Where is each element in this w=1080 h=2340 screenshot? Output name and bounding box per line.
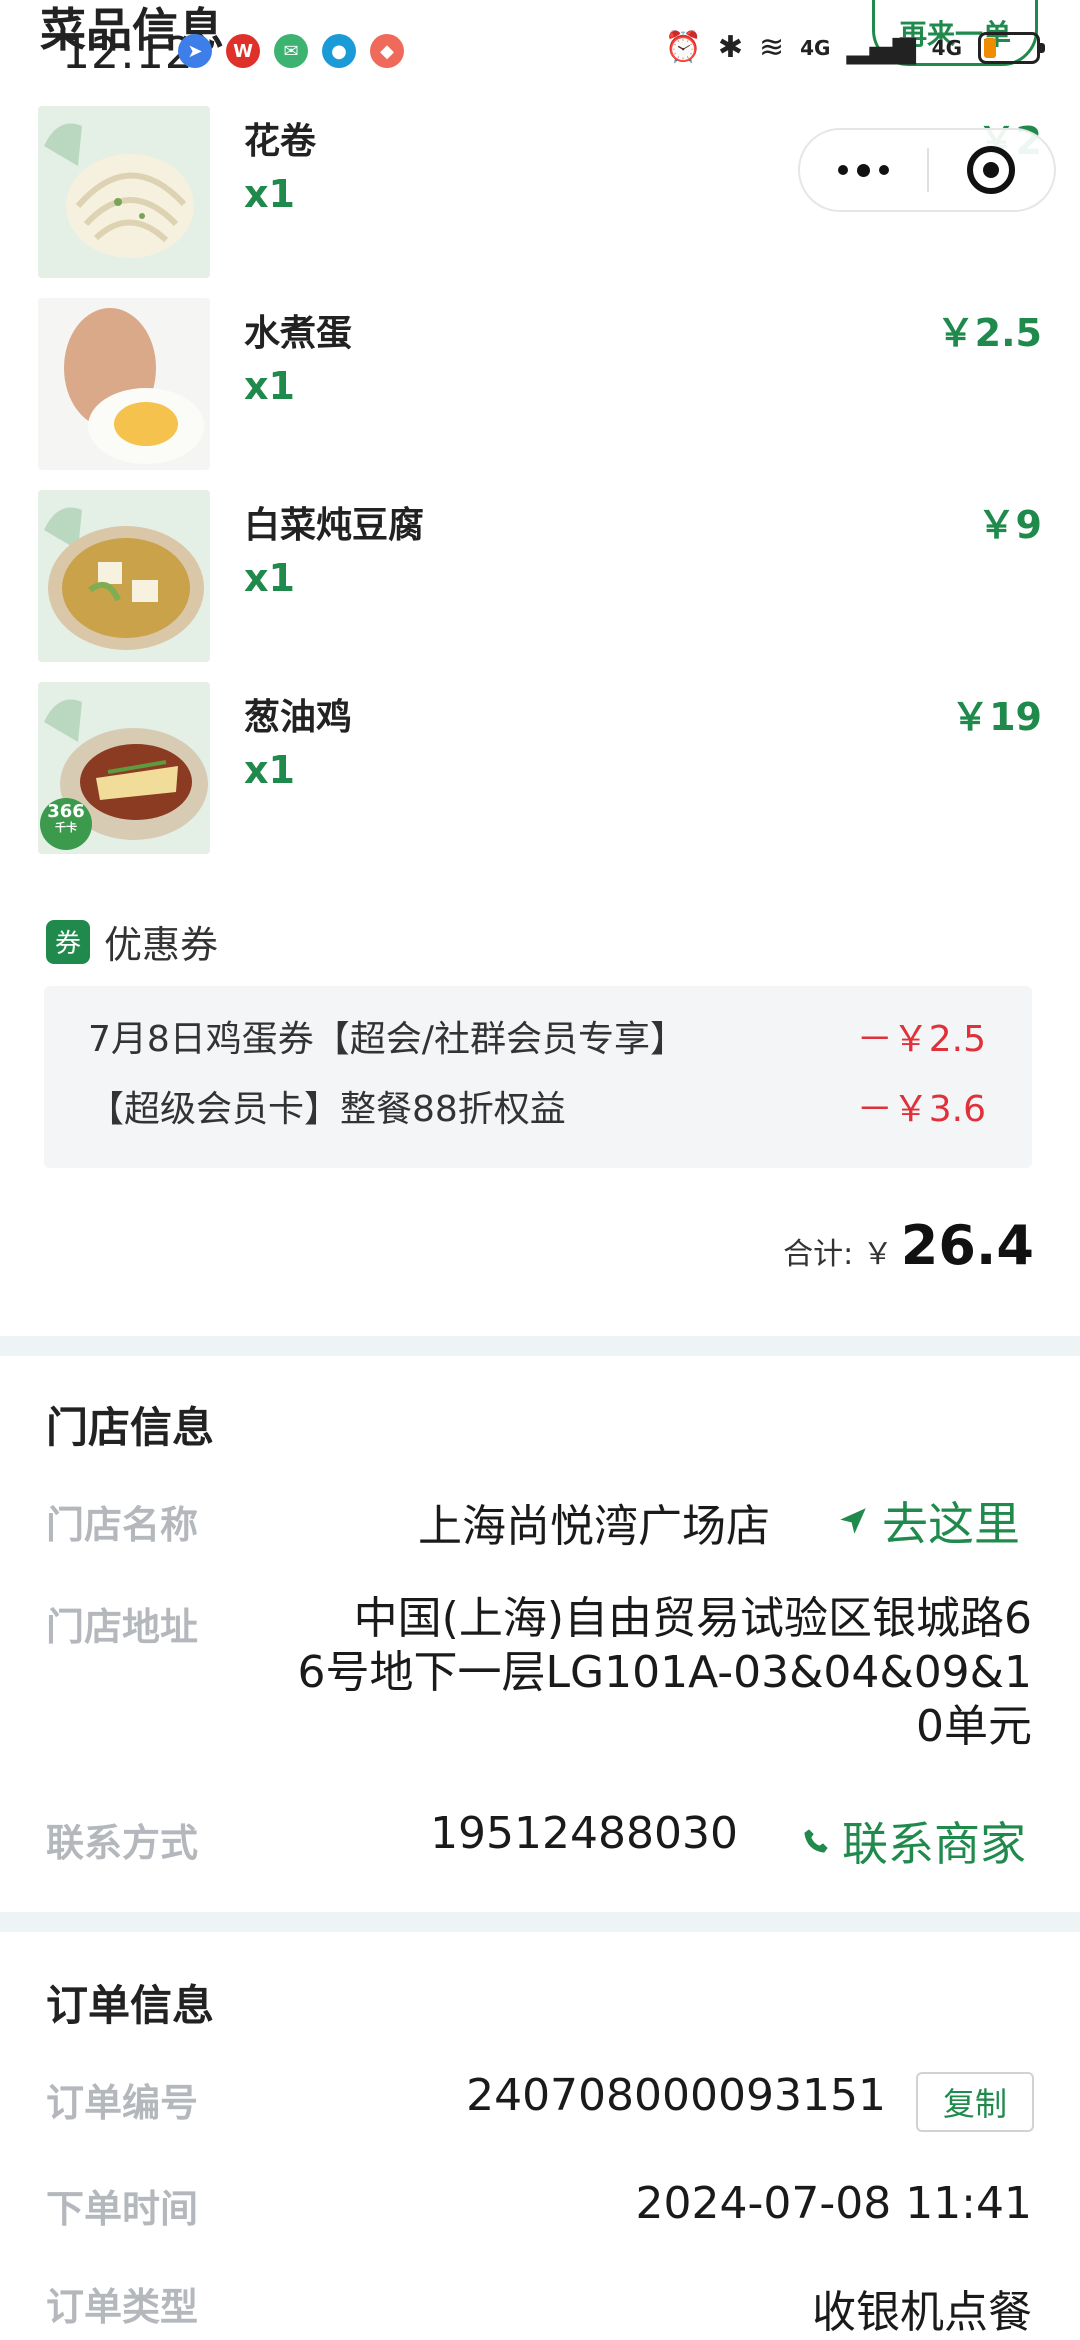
- order-type: 收银机点餐: [812, 2287, 1032, 2338]
- total-value: 26.4: [900, 1214, 1034, 1277]
- map-pin-app-icon: ●: [322, 34, 356, 68]
- coupon-item: 【超级会员卡】整餐88折权益 －￥3.6: [88, 1080, 986, 1132]
- more-options-icon[interactable]: [800, 130, 927, 210]
- contact-merchant-label: 联系商家: [842, 1817, 1026, 1871]
- navigation-arrow-icon: [840, 1508, 866, 1534]
- order-number-label: 订单编号: [46, 2081, 199, 2125]
- store-address: 中国(上海)自由贸易试验区银城路6 6号地下一层LG101A-03&04&09&…: [297, 1593, 1033, 1752]
- dish-name: 白菜炖豆腐: [244, 505, 425, 546]
- dish-image-huajuan: [38, 106, 210, 278]
- network-label-1: 4G: [800, 35, 831, 60]
- copy-button[interactable]: 复制: [916, 2072, 1034, 2132]
- close-miniprogram-icon[interactable]: [929, 130, 1054, 210]
- order-total: 合计: ￥ 26.4: [783, 1214, 1034, 1277]
- contact-label: 联系方式: [46, 1821, 199, 1865]
- dish-item: 366 千卡 葱油鸡 x1 ￥19: [38, 682, 1042, 854]
- dish-image-boiled-egg: [38, 298, 210, 470]
- section-divider: [0, 1912, 1080, 1932]
- store-phone: 19512488030: [430, 1808, 738, 1859]
- navigate-label: 去这里: [882, 1497, 1020, 1551]
- store-name: 上海尚悦湾广场店: [418, 1501, 770, 1552]
- coupon-header: 券 优惠券: [46, 914, 218, 969]
- order-time: 2024-07-08 11:41: [635, 2178, 1033, 2229]
- coupon-name: 7月8日鸡蛋券【超会/社群会员专享】: [88, 1019, 686, 1060]
- store-address-label: 门店地址: [46, 1605, 199, 1649]
- order-number: 240708000093151: [466, 2070, 886, 2121]
- bluetooth-icon: ✱: [717, 30, 743, 65]
- dish-price: ￥2.5: [936, 311, 1042, 355]
- dish-quantity: x1: [244, 748, 295, 792]
- dish-item: 水煮蛋 x1 ￥2.5: [38, 298, 1042, 470]
- dish-quantity: x1: [244, 364, 295, 408]
- dish-name: 水煮蛋: [244, 313, 353, 354]
- dish-image-cabbage-tofu: [38, 490, 210, 662]
- wechat-icon: ✉: [274, 34, 308, 68]
- order-section-title: 订单信息: [46, 1981, 215, 2030]
- coupon-badge-icon: 券: [46, 919, 90, 964]
- shopping-app-icon: ◆: [370, 34, 404, 68]
- dish-name: 花卷: [244, 121, 317, 162]
- notification-icons: ➤ W ✉ ● ◆: [178, 34, 404, 68]
- dish-price: ￥9: [977, 503, 1042, 547]
- contact-merchant-link[interactable]: 联系商家: [802, 1808, 1026, 1874]
- status-time: 12:12: [62, 28, 194, 79]
- store-name-label: 门店名称: [46, 1503, 199, 1547]
- dish-item: 白菜炖豆腐 x1 ￥9: [38, 490, 1042, 662]
- battery-icon: [978, 31, 1045, 64]
- coupon-item: 7月8日鸡蛋券【超会/社群会员专享】 －￥2.5: [88, 1010, 986, 1062]
- status-bar: 12:12 ➤ W ✉ ● ◆ ⏰ ✱ ≋ 4G ▂▄▆ 4G: [0, 0, 1080, 96]
- order-time-label: 下单时间: [46, 2187, 199, 2231]
- dish-image-scallion-chicken: 366 千卡: [38, 682, 210, 854]
- weibo-icon: W: [226, 34, 260, 68]
- dish-quantity: x1: [244, 172, 295, 216]
- section-divider: [0, 1336, 1080, 1356]
- coupon-list: 7月8日鸡蛋券【超会/社群会员专享】 －￥2.5 【超级会员卡】整餐88折权益 …: [44, 986, 1032, 1168]
- coupon-title: 优惠券: [104, 923, 219, 967]
- coupon-name: 【超级会员卡】整餐88折权益: [88, 1089, 566, 1130]
- store-section-title: 门店信息: [46, 1403, 215, 1452]
- network-label-2: 4G: [931, 35, 962, 60]
- dish-price: ￥19: [951, 695, 1042, 739]
- dish-quantity: x1: [244, 556, 295, 600]
- navigation-app-icon: ➤: [178, 34, 212, 68]
- order-type-label: 订单类型: [46, 2285, 199, 2329]
- total-label: 合计: ￥: [783, 1237, 893, 1272]
- dish-name: 葱油鸡: [244, 697, 353, 738]
- navigate-link[interactable]: 去这里: [836, 1488, 1020, 1554]
- alarm-icon: ⏰: [664, 30, 702, 65]
- coupon-amount: －￥3.6: [856, 1089, 986, 1130]
- coupon-amount: －￥2.5: [856, 1019, 986, 1060]
- calorie-badge: 366 千卡: [47, 801, 85, 834]
- miniprogram-capsule: [798, 128, 1056, 212]
- status-indicators: ⏰ ✱ ≋ 4G ▂▄▆ 4G: [664, 30, 1045, 65]
- signal-icon: ▂▄▆: [846, 30, 916, 65]
- phone-icon: [804, 1829, 828, 1853]
- wifi-icon: ≋: [758, 30, 785, 65]
